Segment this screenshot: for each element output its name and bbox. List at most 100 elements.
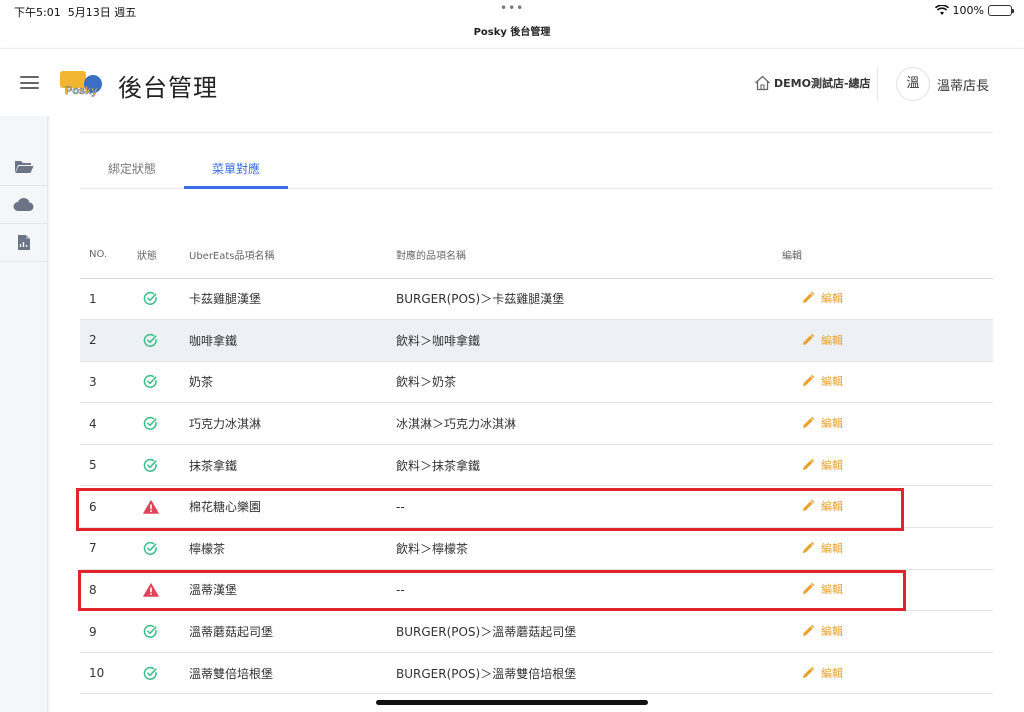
row-ubereats-name: 溫蒂雙倍培根堡 — [180, 652, 387, 695]
table-row: 3 奶茶 飲料＞奶茶 編輯 — [80, 361, 993, 404]
table-row: 6 棉花糖心樂園 -- 編輯 — [80, 485, 993, 529]
warning-icon — [143, 500, 159, 514]
table-row: 8 溫蒂漢堡 -- 編輯 — [80, 569, 993, 612]
row-status — [128, 652, 180, 695]
check-circle-icon — [143, 375, 157, 389]
sidebar-item-cloud[interactable] — [0, 186, 47, 224]
wifi-icon — [934, 5, 949, 15]
divider — [80, 132, 993, 133]
store-selector[interactable]: DEMO測試店-總店 — [754, 75, 871, 91]
edit-label: 編輯 — [821, 583, 843, 597]
row-edit-cell: 編輯 — [773, 444, 993, 487]
row-edit-cell: 編輯 — [773, 527, 993, 570]
edit-label: 編輯 — [821, 292, 843, 306]
row-ubereats-name: 咖啡拿鐵 — [180, 319, 387, 362]
row-no: 10 — [80, 652, 128, 695]
row-status — [128, 569, 180, 612]
pencil-icon — [803, 500, 814, 512]
row-status — [128, 319, 180, 362]
home-icon — [755, 75, 770, 91]
row-ubereats-name: 溫蒂漢堡 — [180, 569, 387, 612]
check-circle-icon — [143, 416, 157, 431]
row-edit-cell: 編輯 — [773, 610, 993, 653]
table-row: 5 抹茶拿鐵 飲料＞抹茶拿鐵 編輯 — [80, 444, 993, 487]
edit-label: 編輯 — [821, 417, 843, 431]
row-ubereats-name: 棉花糖心樂園 — [180, 485, 387, 529]
row-no: 8 — [80, 569, 128, 612]
edit-button[interactable]: 編輯 — [802, 623, 843, 639]
warning-icon — [143, 583, 159, 597]
header-divider — [877, 67, 878, 101]
row-no: 6 — [80, 485, 128, 529]
check-circle-icon — [143, 333, 157, 347]
edit-button[interactable]: 編輯 — [802, 415, 843, 431]
edit-label: 編輯 — [821, 541, 843, 555]
row-mapped-name: BURGER(POS)＞溫蒂雙倍培根堡 — [387, 652, 773, 695]
col-header-status: 狀態 — [128, 232, 180, 279]
row-mapped-name: -- — [387, 569, 773, 612]
multitask-dots[interactable]: ••• — [500, 1, 524, 15]
edit-label: 編輯 — [821, 458, 843, 472]
edit-button[interactable]: 編輯 — [802, 373, 843, 389]
table-header-row: NO. 狀態 UberEats品項名稱 對應的品項名稱 編輯 — [80, 232, 993, 279]
battery-icon — [988, 5, 1014, 16]
status-right: 100% — [934, 4, 1014, 17]
row-mapped-name: BURGER(POS)＞卡茲雞腿漢堡 — [387, 278, 773, 321]
row-ubereats-name: 溫蒂蘑菇起司堡 — [180, 610, 387, 653]
svg-text:Posky: Posky — [65, 85, 98, 97]
row-no: 3 — [80, 361, 128, 404]
row-mapped-name: 飲料＞咖啡拿鐵 — [387, 319, 773, 362]
row-no: 7 — [80, 527, 128, 570]
tab-binding-status[interactable]: 綁定狀態 — [80, 160, 184, 177]
table-row: 7 檸檬茶 飲料＞檸檬茶 編輯 — [80, 527, 993, 570]
menu-mapping-table: NO. 狀態 UberEats品項名稱 對應的品項名稱 編輯 1 卡茲雞腿漢堡 BU… — [80, 232, 993, 695]
edit-button[interactable]: 編輯 — [802, 581, 843, 597]
edit-button[interactable]: 編輯 — [802, 332, 843, 348]
app-window-title: Posky 後台管理 — [0, 22, 1024, 48]
edit-button[interactable]: 編輯 — [802, 665, 843, 681]
edit-button[interactable]: 編輯 — [802, 498, 843, 514]
sidebar-item-folder[interactable] — [0, 148, 47, 186]
row-status — [128, 485, 180, 529]
row-ubereats-name: 卡茲雞腿漢堡 — [180, 278, 387, 321]
row-no: 5 — [80, 444, 128, 487]
row-status — [128, 444, 180, 487]
folder-icon — [14, 161, 33, 173]
table-row: 9 溫蒂蘑菇起司堡 BURGER(POS)＞溫蒂蘑菇起司堡 編輯 — [80, 610, 993, 653]
user-name[interactable]: 溫蒂店長 — [937, 75, 989, 94]
row-edit-cell: 編輯 — [773, 485, 993, 529]
table-row: 4 巧克力冰淇淋 冰淇淋＞巧克力冰淇淋 編輯 — [80, 402, 993, 445]
row-mapped-name: 飲料＞檸檬茶 — [387, 527, 773, 570]
tab-menu-mapping[interactable]: 菜單對應 — [184, 160, 288, 177]
hamburger-menu-icon[interactable] — [20, 76, 39, 89]
row-status — [128, 402, 180, 445]
col-header-mapped: 對應的品項名稱 — [387, 232, 773, 279]
edit-button[interactable]: 編輯 — [802, 290, 843, 306]
check-circle-icon — [143, 292, 157, 306]
row-ubereats-name: 巧克力冰淇淋 — [180, 402, 387, 445]
check-circle-icon — [143, 541, 157, 555]
row-mapped-name: 冰淇淋＞巧克力冰淇淋 — [387, 402, 773, 445]
table-row: 2 咖啡拿鐵 飲料＞咖啡拿鐵 編輯 — [80, 319, 993, 362]
row-edit-cell: 編輯 — [773, 361, 993, 404]
page-title: 後台管理 — [118, 74, 218, 102]
pencil-icon — [803, 417, 814, 429]
posky-logo: Posky — [60, 71, 102, 97]
store-name: DEMO測試店-總店 — [774, 77, 871, 90]
edit-label: 編輯 — [821, 666, 843, 680]
sidebar-item-report[interactable] — [0, 224, 47, 262]
row-mapped-name: -- — [387, 485, 773, 529]
check-circle-icon — [143, 458, 157, 472]
pencil-icon — [803, 292, 814, 304]
edit-button[interactable]: 編輯 — [802, 540, 843, 556]
check-circle-icon — [143, 624, 157, 638]
pencil-icon — [803, 333, 814, 345]
active-tab-indicator — [184, 186, 288, 189]
avatar[interactable]: 溫 — [896, 67, 930, 101]
pencil-icon — [803, 583, 814, 595]
edit-button[interactable]: 編輯 — [802, 457, 843, 473]
edit-label: 編輯 — [821, 375, 843, 389]
row-no: 1 — [80, 278, 128, 321]
row-mapped-name: 飲料＞抹茶拿鐵 — [387, 444, 773, 487]
home-indicator[interactable] — [376, 700, 648, 705]
